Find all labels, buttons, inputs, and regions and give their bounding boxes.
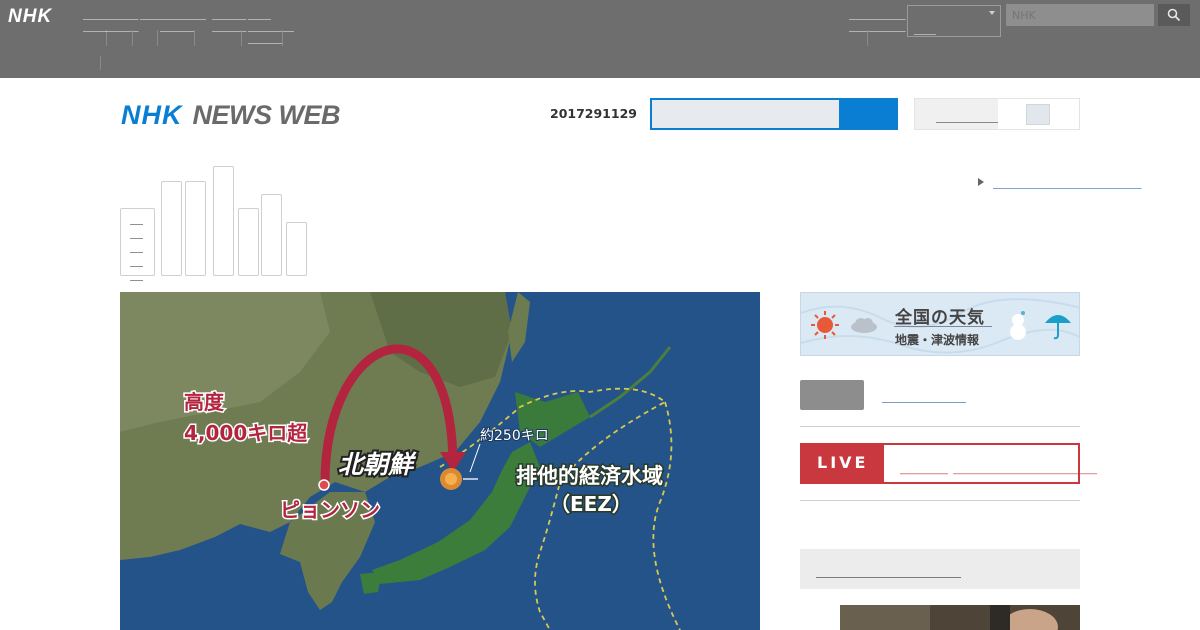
top-news-image[interactable]: 高度 4,000キロ超 北朝鮮 ピョンソン 約250キロ 排他的経済水域 （EE… [120, 292, 760, 630]
map-label-distance: 約250キロ [480, 428, 549, 444]
region-select[interactable]: ＿＿ [907, 5, 1001, 37]
divider [867, 30, 868, 46]
map-label-pyongyang: ピョンソン [280, 498, 380, 522]
category-tab[interactable] [238, 208, 259, 276]
topnav-item-4[interactable]: ＿＿＿＿ ＿＿＿ [160, 8, 206, 32]
weather-title: 全国の天気 [895, 308, 985, 328]
category-tab[interactable] [161, 181, 182, 276]
topnav-item-6[interactable]: ＿＿ ＿＿＿＿ ＿＿＿ [248, 8, 294, 44]
divider [100, 56, 101, 70]
divider [894, 326, 992, 327]
logo-nhk-text: NHK [121, 100, 183, 130]
cloud-icon [851, 318, 877, 333]
nhk-logo[interactable]: NHK [8, 6, 52, 28]
news-search-input[interactable] [650, 98, 841, 130]
topnav-label: ＿＿＿ [871, 19, 906, 33]
topnav-right-item-2[interactable]: ＿＿＿ ＿＿＿ [871, 8, 906, 32]
toggle-knob[interactable] [1026, 104, 1050, 125]
side-link-label: ＿＿＿＿＿＿＿＿＿＿＿ [993, 175, 1142, 191]
search-icon [1167, 8, 1181, 22]
ranking-thumbnail-image [840, 605, 1080, 630]
topnav-label: ＿＿＿ [248, 31, 283, 45]
topnav-label: ＿＿＿ [104, 19, 139, 33]
grey-link[interactable]: ＿＿＿＿＿＿ [882, 386, 966, 406]
category-tab[interactable] [213, 166, 234, 276]
snowman-icon [1010, 311, 1026, 340]
logo-news-web-text: NEWS WEB [192, 100, 341, 130]
topnav-right-item-1[interactable]: ＿＿ ＿＿ [849, 8, 872, 32]
divider [800, 500, 1080, 501]
map-label-eez-abbr: （EEZ） [550, 492, 632, 516]
missile-map-image: 高度 4,000キロ超 北朝鮮 ピョンソン 約250キロ 排他的経済水域 （EE… [120, 292, 760, 630]
topnav-label: ＿＿ [849, 19, 872, 33]
chevron-down-icon [989, 11, 995, 15]
side-link[interactable]: ＿＿＿＿＿＿＿＿＿＿＿ [978, 171, 1142, 191]
nhk-news-web-logo[interactable]: NHK NEWS WEB [121, 100, 340, 130]
weather-subtitle: 地震・津波情報 [895, 333, 980, 347]
triangle-right-icon [978, 178, 984, 186]
weather-banner[interactable]: 全国の天気 地震・津波情報 [800, 292, 1080, 356]
divider [194, 30, 195, 46]
topnav-label: ＿＿ [83, 19, 106, 33]
site-search-button[interactable] [1158, 4, 1190, 26]
ranking-thumbnail[interactable] [840, 605, 1080, 630]
ranking-header: ＿＿＿＿＿＿＿＿＿＿ [800, 549, 1080, 589]
topnav-item-1[interactable]: ＿＿ ＿＿ [83, 8, 106, 32]
divider [157, 30, 158, 46]
map-label-height: 高度 [184, 390, 225, 414]
grey-button[interactable] [800, 380, 864, 410]
topnav-item-5[interactable]: ＿＿＿ ＿＿＿ [212, 8, 247, 32]
site-search-input[interactable] [1006, 4, 1154, 26]
map-label-north-korea: 北朝鮮 [338, 450, 417, 479]
category-tab[interactable] [286, 222, 307, 276]
live-text[interactable]: ＿＿＿ ＿＿＿＿＿＿＿＿＿ [900, 453, 1097, 477]
divider [132, 30, 133, 46]
divider [282, 30, 283, 46]
umbrella-icon [1045, 315, 1071, 340]
topnav-item-2[interactable]: ＿＿＿ ＿＿＿ [104, 8, 139, 32]
divider [241, 30, 242, 46]
category-tab-first[interactable]: ＿＿＿＿＿＿＿＿ [120, 208, 155, 325]
map-label-eez: 排他的経済水域 [516, 464, 663, 488]
news-search-button[interactable] [841, 98, 898, 130]
divider [800, 426, 1080, 427]
toggle-label: ＿＿＿＿＿ [936, 110, 1002, 125]
category-tab[interactable] [261, 194, 282, 276]
top-navigation-bar: NHK ＿＿ ＿＿ ＿＿＿ ＿＿＿ ＿＿ ＿＿＿＿ ＿＿＿ ＿＿＿ ＿＿＿ ＿＿… [0, 0, 1200, 78]
sun-icon [811, 311, 839, 339]
topnav-label: ＿＿＿ [160, 19, 195, 33]
map-label-altitude: 4,000キロ超 [184, 421, 308, 445]
date-number: 2017291129 [550, 106, 637, 121]
category-tab[interactable] [185, 181, 206, 276]
live-tag: LIVE [800, 443, 884, 484]
